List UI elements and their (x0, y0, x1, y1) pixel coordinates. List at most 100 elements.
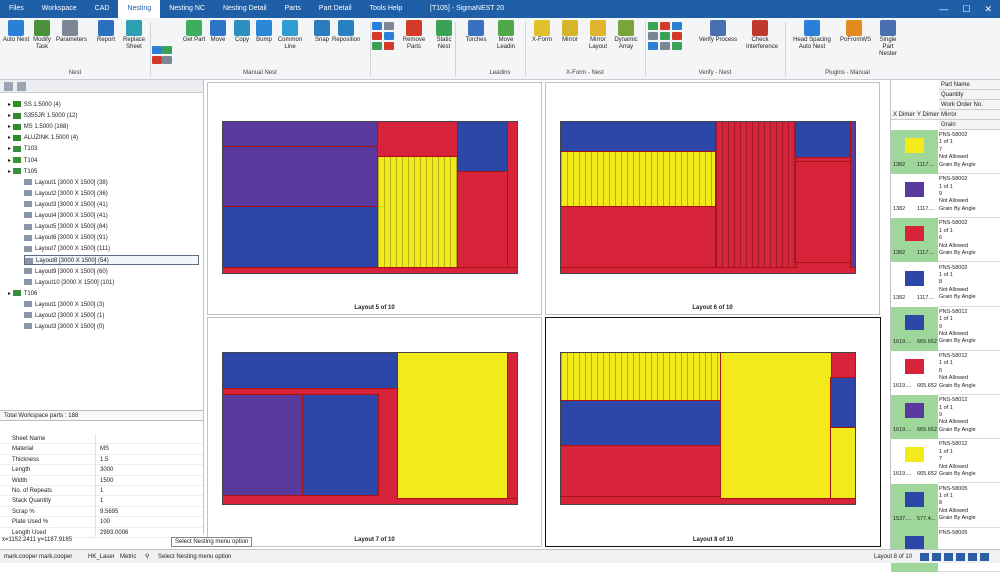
nested-part[interactable] (561, 122, 717, 153)
ribbon-small-tool-icon[interactable] (672, 22, 682, 30)
nested-part[interactable] (457, 171, 509, 268)
ribbon-button-verify-process[interactable]: Verify Process (690, 20, 746, 44)
ribbon-button-head-spacing-auto-nest[interactable]: Head Spacing Auto Nest (790, 20, 834, 51)
ribbon-button-pofromws[interactable]: PoFromWS (840, 20, 871, 44)
menu-files[interactable]: Files (0, 0, 33, 18)
tree-item[interactable]: Layout5 [3000 X 1500] (84) (24, 222, 108, 232)
layout-panel[interactable]: Layout 5 of 10 (207, 82, 542, 315)
ribbon-button-mirror[interactable]: Mirror (556, 20, 584, 44)
ribbon-small-tool-icon[interactable] (152, 56, 162, 64)
tree-item[interactable]: Layout1 [3000 X 1500] (3) (24, 300, 104, 310)
ribbon-button-common-line[interactable]: Common Line (276, 20, 304, 51)
ribbon-small-tool-icon[interactable] (372, 22, 382, 30)
nested-part[interactable] (377, 122, 459, 158)
tree-item[interactable]: ▸ MS 1.5000 (168) (8, 122, 68, 132)
nested-part[interactable] (223, 146, 379, 208)
tree-item[interactable]: ▸ S355JR 1.5000 (12) (8, 111, 77, 121)
ribbon-button-parameters[interactable]: Parameters (56, 20, 87, 44)
nested-part[interactable] (561, 353, 722, 402)
tree-item[interactable]: Layout2 [3000 X 1500] (36) (24, 189, 108, 199)
part-header-work-order-no-[interactable]: Work Order No. (939, 100, 1000, 110)
tree-item[interactable]: ▸ T103 (8, 144, 37, 154)
nested-part[interactable] (223, 206, 379, 268)
tree-item[interactable]: ▸ SS 1.5000 (4) (8, 100, 61, 110)
tree-item[interactable]: Layout10 [3000 X 1500] (101) (24, 278, 114, 288)
ribbon-button-replace-sheet[interactable]: Replace Sheet (120, 20, 148, 51)
part-header-mirror[interactable]: Mirror (939, 110, 1000, 120)
tree-item[interactable]: Layout9 [3000 X 1500] (60) (24, 267, 108, 277)
ribbon-button-check-interference[interactable]: Check Interference (746, 20, 778, 51)
layout-grid-button[interactable] (980, 553, 989, 561)
nested-part[interactable] (795, 161, 852, 263)
ribbon-small-tool-icon[interactable] (672, 32, 682, 40)
ribbon-button-dynamic-array[interactable]: Dynamic Array (612, 20, 640, 51)
tree-item[interactable]: Layout8 [3000 X 1500] (54) (24, 255, 199, 266)
search-icon[interactable]: ⚲ (145, 550, 149, 564)
part-row[interactable]: 1382 1117.... PNS-58002 1 of 1 6 Not Allowed G… (891, 218, 1000, 263)
ribbon-small-tool-icon[interactable] (384, 22, 394, 30)
list-view-icon[interactable] (17, 82, 26, 91)
tree-item[interactable]: Layout3 [3000 X 1500] (0) (24, 322, 104, 332)
ribbon-small-tool-icon[interactable] (648, 42, 658, 50)
menu-tools-help[interactable]: Tools Help (361, 0, 412, 18)
menu-workspace[interactable]: Workspace (33, 0, 86, 18)
ribbon-button-move-leadin[interactable]: Move Leadin (492, 20, 520, 51)
nested-part[interactable] (377, 156, 459, 268)
menu-cad[interactable]: CAD (86, 0, 119, 18)
part-header-quantity[interactable]: Quantity (939, 90, 1000, 100)
tree-item[interactable]: ▸ T104 (8, 156, 37, 166)
ribbon-small-tool-icon[interactable] (660, 22, 670, 30)
ribbon-small-tool-icon[interactable] (648, 32, 658, 40)
nested-part[interactable] (830, 377, 855, 429)
layout-panel[interactable]: Layout 6 of 10 (545, 82, 880, 315)
part-header-part-name[interactable]: Part Name (939, 80, 1000, 90)
part-row[interactable]: 1619.... 665.652 PNS-58012 1 of 1 9 Not Allow… (891, 306, 1000, 351)
nested-part[interactable] (715, 122, 797, 268)
nested-part[interactable] (223, 394, 304, 496)
nested-part[interactable] (561, 445, 722, 497)
nested-part[interactable] (507, 122, 517, 268)
nested-sheet[interactable] (560, 352, 856, 505)
ribbon-small-tool-icon[interactable] (372, 42, 382, 50)
nested-part[interactable] (795, 122, 855, 158)
nested-part[interactable] (850, 122, 855, 268)
tree-item[interactable]: ▸ T106 (8, 289, 37, 299)
tree-item[interactable]: Layout6 [3000 X 1500] (91) (24, 233, 108, 243)
part-row[interactable]: 1619.... 665.652 PNS-58012 1 of 1 7 Not Allow… (891, 439, 1000, 484)
nested-sheet[interactable] (222, 121, 518, 274)
menu-part-detail[interactable]: Part Detail (310, 0, 361, 18)
part-row[interactable]: 1382 1117.... PNS-58002 1 of 1 9 Not Allowed G… (891, 174, 1000, 219)
ribbon-button-single-part-nester[interactable]: Single Part Nester (874, 20, 902, 58)
ribbon-button-report[interactable]: Report (92, 20, 120, 44)
ribbon-small-tool-icon[interactable] (152, 46, 162, 54)
nested-part[interactable] (561, 151, 717, 208)
ribbon-button-torches[interactable]: Torches (462, 20, 490, 44)
ribbon-small-tool-icon[interactable] (162, 46, 172, 54)
close-button[interactable]: ✕ (984, 0, 992, 18)
ribbon-small-tool-icon[interactable] (660, 42, 670, 50)
minimize-button[interactable]: — (939, 0, 948, 18)
tree-item[interactable]: ▸ ALUZINK 1.5000 (4) (8, 133, 78, 143)
first-layout-button[interactable] (920, 553, 929, 561)
ribbon-button-auto-nest[interactable]: Auto Nest (2, 20, 30, 44)
part-row[interactable]: 1537.... 577.4... PNS-58005 1 of 1 8 Not Allo… (891, 483, 1000, 528)
menu-nesting[interactable]: Nesting (118, 0, 161, 18)
tree-item[interactable]: Layout1 [3000 X 1500] (38) (24, 178, 108, 188)
ribbon-small-tool-icon[interactable] (660, 32, 670, 40)
part-row[interactable]: 1619.... 665.652 PNS-58012 1 of 1 9 Not Allow… (891, 395, 1000, 440)
ribbon-button-reposition[interactable]: Reposition (332, 20, 360, 44)
part-header-dimension[interactable]: Y Dimen (915, 110, 939, 120)
nested-part[interactable] (397, 353, 509, 499)
menu-parts[interactable]: Parts (276, 0, 310, 18)
nested-part[interactable] (457, 122, 509, 173)
ribbon-small-tool-icon[interactable] (162, 56, 172, 64)
tree-item[interactable]: Layout3 [3000 X 1500] (41) (24, 200, 108, 210)
nested-part[interactable] (830, 427, 855, 499)
nested-part[interactable] (561, 206, 717, 268)
nested-part[interactable] (507, 353, 517, 499)
part-header-dimension[interactable]: X Dimen (891, 110, 915, 120)
nested-part[interactable] (223, 122, 379, 148)
ribbon-small-tool-icon[interactable] (648, 22, 658, 30)
ribbon-small-tool-icon[interactable] (384, 42, 394, 50)
tree-item[interactable]: Layout7 [3000 X 1500] (111) (24, 244, 110, 254)
